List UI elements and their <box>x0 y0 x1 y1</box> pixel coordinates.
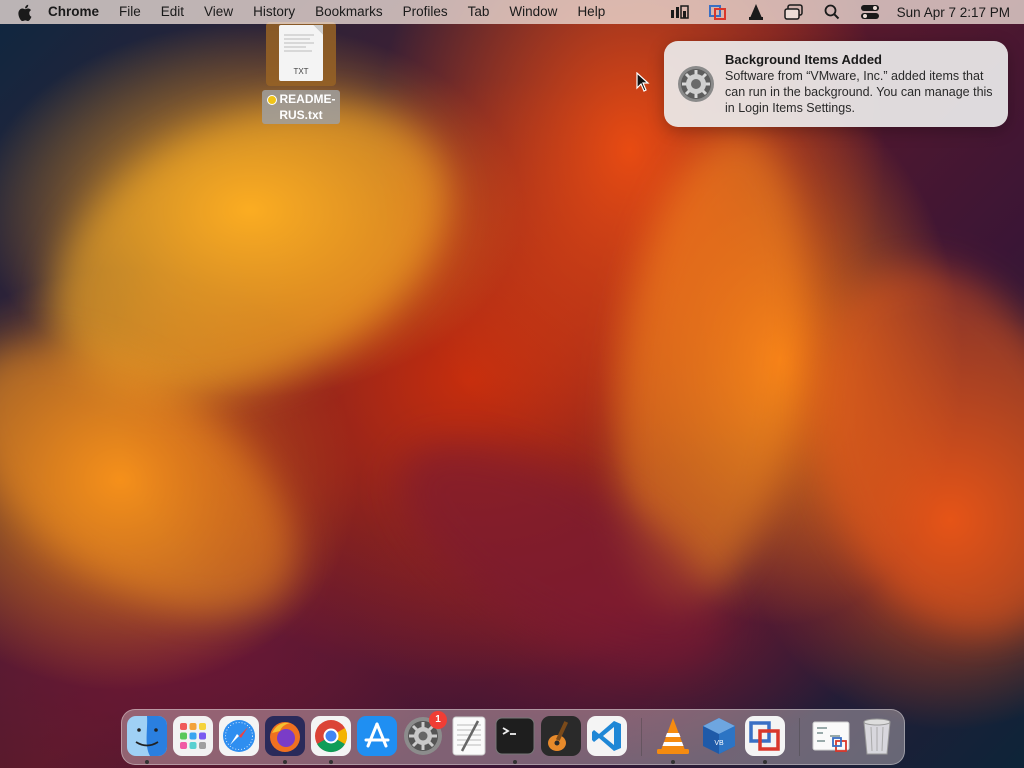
dock-virtualbox[interactable]: VB <box>698 715 740 757</box>
svg-text:VB: VB <box>714 740 724 747</box>
dock-terminal[interactable] <box>494 715 536 764</box>
menu-bookmarks[interactable]: Bookmarks <box>305 0 393 24</box>
dock-vscode[interactable] <box>586 715 628 757</box>
dock-launchpad[interactable] <box>172 715 214 757</box>
vscode-icon <box>587 716 627 756</box>
vmware-fusion-icon[interactable] <box>707 3 729 21</box>
text-document-icon: TXT <box>279 25 323 81</box>
notification-title: Background Items Added <box>725 52 882 67</box>
trash-icon <box>863 718 891 755</box>
notification-badge: 1 <box>429 711 447 729</box>
dock-downloads-stack[interactable] <box>810 715 852 757</box>
dock-firefox[interactable] <box>264 715 306 764</box>
vlc-icon[interactable] <box>745 3 767 21</box>
status-bar-stats-icon[interactable] <box>669 3 691 21</box>
menu-edit[interactable]: Edit <box>151 0 194 24</box>
desktop-file-readme-rus[interactable]: TXT README-RUS.txt <box>262 22 340 124</box>
dock-system-settings[interactable]: 1 <box>402 711 447 757</box>
dock-garageband[interactable] <box>540 715 582 757</box>
launchpad-icon <box>173 716 213 756</box>
menu-help[interactable]: Help <box>567 0 615 24</box>
dock-finder[interactable] <box>126 715 168 764</box>
menu-window[interactable]: Window <box>499 0 567 24</box>
dock-vlc[interactable] <box>652 715 694 764</box>
dock-app-store[interactable] <box>356 715 398 757</box>
menu-tab[interactable]: Tab <box>458 0 500 24</box>
vlc-icon <box>657 718 689 754</box>
menu-view[interactable]: View <box>194 0 243 24</box>
file-name-label[interactable]: README-RUS.txt <box>262 90 340 124</box>
vmware-fusion-icon <box>745 716 785 756</box>
dock: 1 VB <box>121 709 905 765</box>
textedit-icon <box>452 716 486 756</box>
dock-textedit[interactable] <box>448 715 490 757</box>
running-indicator <box>763 760 767 764</box>
app-store-icon <box>357 716 397 756</box>
dock-separator <box>641 718 642 756</box>
garageband-icon <box>541 716 581 756</box>
menu-history[interactable]: History <box>243 0 305 24</box>
menu-bar: Chrome File Edit View History Bookmarks … <box>0 0 1024 24</box>
menu-bar-clock[interactable]: Sun Apr 7 2:17 PM <box>897 5 1010 20</box>
notification-banner[interactable]: Background Items Added Software from “VM… <box>664 41 1008 127</box>
mouse-pointer-icon <box>636 71 650 97</box>
chrome-icon <box>311 716 351 756</box>
dock-vmware-fusion[interactable] <box>744 715 786 764</box>
running-indicator <box>671 760 675 764</box>
running-indicator <box>283 760 287 764</box>
menu-profiles[interactable]: Profiles <box>393 0 458 24</box>
file-type-label: TXT <box>293 67 309 76</box>
apple-menu-icon[interactable] <box>14 0 34 24</box>
yellow-tag-icon <box>266 94 277 105</box>
menu-file[interactable]: File <box>109 0 151 24</box>
virtualbox-icon: VB <box>703 718 735 754</box>
downloads-stack-icon <box>812 721 850 752</box>
spotlight-search-icon[interactable] <box>821 3 843 21</box>
finder-icon <box>127 716 167 756</box>
dock-chrome[interactable] <box>310 715 352 764</box>
status-menu-area: Sun Apr 7 2:17 PM <box>669 0 1010 24</box>
control-center-icon[interactable] <box>859 3 881 21</box>
menu-app-name[interactable]: Chrome <box>38 0 109 24</box>
file-name: README-RUS.txt <box>279 92 336 122</box>
dock-trash[interactable] <box>856 715 898 757</box>
terminal-icon <box>495 717 535 755</box>
running-indicator <box>145 760 149 764</box>
system-settings-gear-icon <box>676 64 716 104</box>
notification-body: Software from “VMware, Inc.” added items… <box>725 69 993 115</box>
running-indicator <box>329 760 333 764</box>
running-indicator <box>513 760 517 764</box>
firefox-icon <box>265 716 305 756</box>
file-thumbnail[interactable]: TXT <box>266 22 336 86</box>
dock-separator <box>799 718 800 756</box>
screen-mirroring-icon[interactable] <box>783 3 805 21</box>
dock-safari[interactable] <box>218 715 260 757</box>
safari-icon <box>219 716 259 756</box>
